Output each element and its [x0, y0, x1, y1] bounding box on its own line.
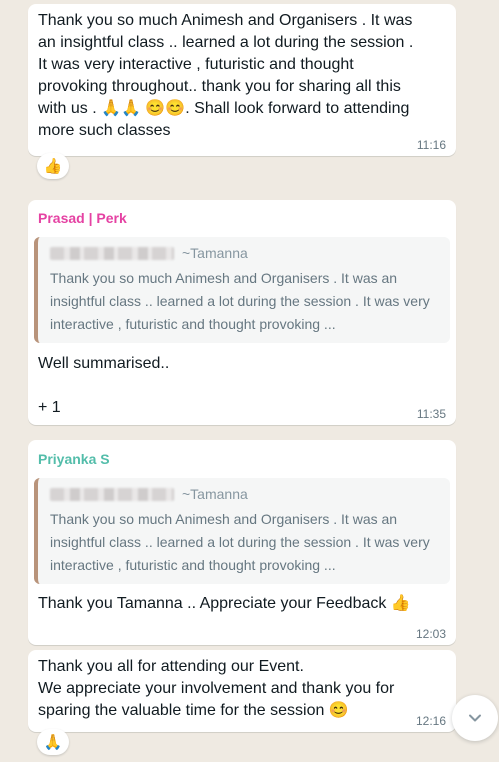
message-bubble[interactable]: Prasad | Perk ~Tamanna Thank you so much…	[28, 200, 456, 425]
blurred-contact	[50, 247, 174, 260]
chat-panel: Thank you so much Animesh and Organisers…	[0, 0, 499, 762]
scroll-to-bottom-button[interactable]	[452, 695, 498, 741]
message-time: 11:35	[416, 407, 446, 421]
folded-hands-icon: 🙏	[43, 733, 63, 751]
reaction-badge[interactable]: 👍	[37, 153, 69, 179]
quoted-message[interactable]: ~Tamanna Thank you so much Animesh and O…	[34, 237, 450, 343]
quoted-message[interactable]: ~Tamanna Thank you so much Animesh and O…	[34, 478, 450, 584]
message-bubble[interactable]: Thank you so much Animesh and Organisers…	[28, 4, 456, 156]
reaction-badge[interactable]: 🙏	[37, 729, 69, 755]
message-bubble[interactable]: Priyanka S ~Tamanna Thank you so much An…	[28, 440, 456, 645]
message-extra-text: + 1	[38, 399, 61, 416]
message-time: 12:03	[415, 627, 446, 641]
quote-text: Thank you so much Animesh and Organisers…	[50, 511, 430, 573]
message-text: Thank you so much Animesh and Organisers…	[38, 12, 414, 139]
thumbs-up-icon: 👍	[43, 157, 63, 175]
message-time: 12:16	[415, 714, 446, 728]
sender-name[interactable]: Prasad | Perk	[38, 210, 127, 226]
quote-author: ~Tamanna	[182, 245, 248, 261]
quote-text: Thank you so much Animesh and Organisers…	[50, 270, 430, 332]
message-text: Thank you Tamanna .. Appreciate your Fee…	[38, 595, 411, 612]
message-text: Well summarised..	[38, 355, 170, 372]
blurred-contact	[50, 488, 174, 501]
message-bubble[interactable]: Thank you all for attending our Event. W…	[28, 650, 456, 732]
quote-author: ~Tamanna	[182, 486, 248, 502]
message-time: 11:16	[416, 138, 446, 152]
chevron-down-icon	[469, 714, 481, 722]
sender-name[interactable]: Priyanka S	[38, 451, 110, 467]
message-text: Thank you all for attending our Event. W…	[38, 658, 395, 719]
